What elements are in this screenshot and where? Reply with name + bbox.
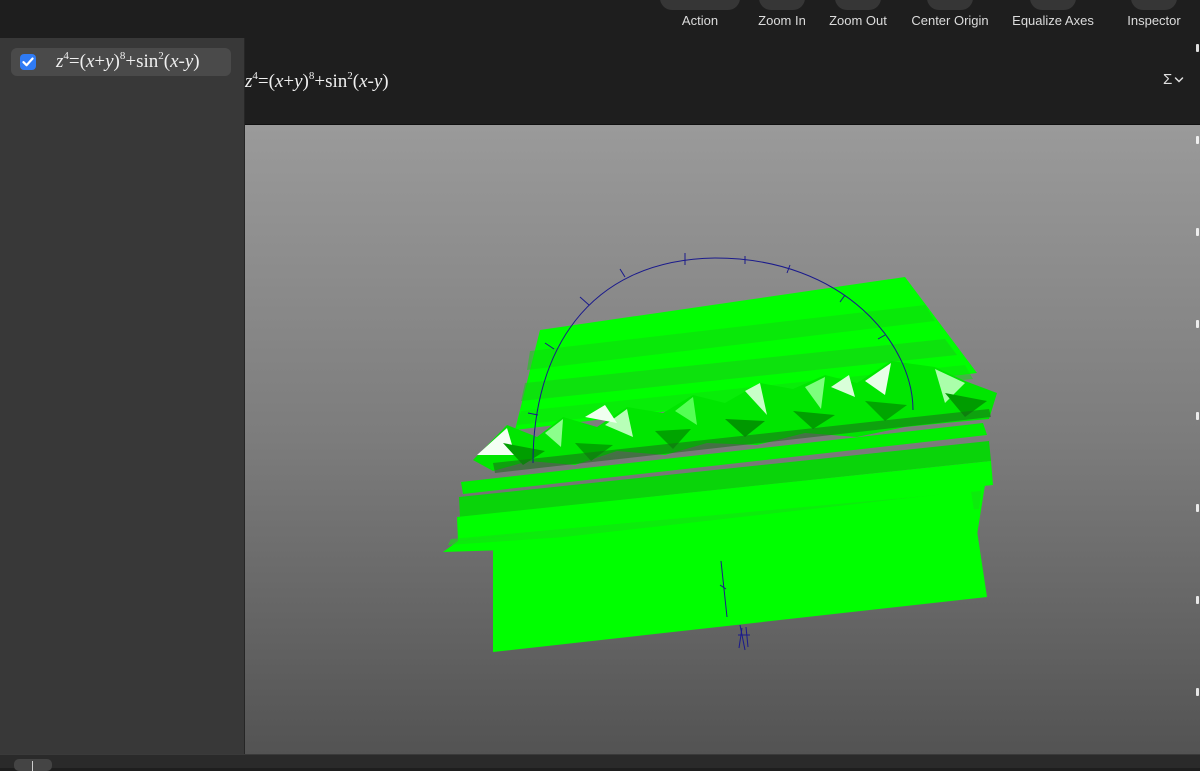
zoom-out-icon bbox=[835, 0, 881, 10]
action-label: Action bbox=[681, 13, 719, 28]
inspector-label: Inspector bbox=[1127, 13, 1181, 28]
zoom-in-icon bbox=[759, 0, 805, 10]
equalize-axes-button[interactable]: Equalize Axes bbox=[1010, 0, 1096, 38]
math-symbols-menu-button[interactable]: Σ bbox=[1163, 71, 1184, 88]
add-equation-button[interactable] bbox=[14, 759, 52, 771]
center-origin-button[interactable]: Center Origin bbox=[908, 0, 992, 38]
sigma-icon: Σ bbox=[1163, 71, 1173, 88]
chevron-down-icon bbox=[1175, 76, 1184, 83]
equation-label: z4=(x+y)8+sin2(x-y) bbox=[56, 50, 200, 73]
inspector-icon bbox=[1131, 0, 1177, 10]
checkmark-icon bbox=[22, 57, 34, 67]
zoom-out-button[interactable]: Zoom Out bbox=[827, 0, 889, 38]
action-button[interactable]: Action bbox=[660, 0, 740, 38]
center-origin-icon bbox=[927, 0, 973, 10]
toolbar: Action Zoom In Zoom Out Center Origin Eq… bbox=[0, 0, 1200, 38]
action-icon bbox=[660, 0, 740, 10]
center-origin-label: Center Origin bbox=[911, 13, 989, 28]
equalize-axes-icon bbox=[1030, 0, 1076, 10]
equation-sidebar: z4=(x+y)8+sin2(x-y) bbox=[0, 38, 245, 754]
zoom-out-label: Zoom Out bbox=[829, 13, 887, 28]
equalize-axes-label: Equalize Axes bbox=[1012, 13, 1094, 28]
surface-plot bbox=[443, 253, 997, 652]
zoom-in-button[interactable]: Zoom In bbox=[756, 0, 808, 38]
bottom-bar bbox=[0, 754, 1200, 771]
equation-list-item[interactable]: z4=(x+y)8+sin2(x-y) bbox=[11, 48, 231, 76]
scrollbar-markers bbox=[1196, 38, 1200, 754]
graph-viewport[interactable] bbox=[245, 125, 1200, 754]
zoom-in-label: Zoom In bbox=[758, 13, 806, 28]
equation-editor[interactable]: z4=(x+y)8+sin2(x-y) Σ bbox=[245, 38, 1200, 125]
inspector-button[interactable]: Inspector bbox=[1124, 0, 1184, 38]
equation-editor-text[interactable]: z4=(x+y)8+sin2(x-y) bbox=[245, 71, 389, 93]
equation-visibility-checkbox[interactable] bbox=[20, 54, 36, 70]
